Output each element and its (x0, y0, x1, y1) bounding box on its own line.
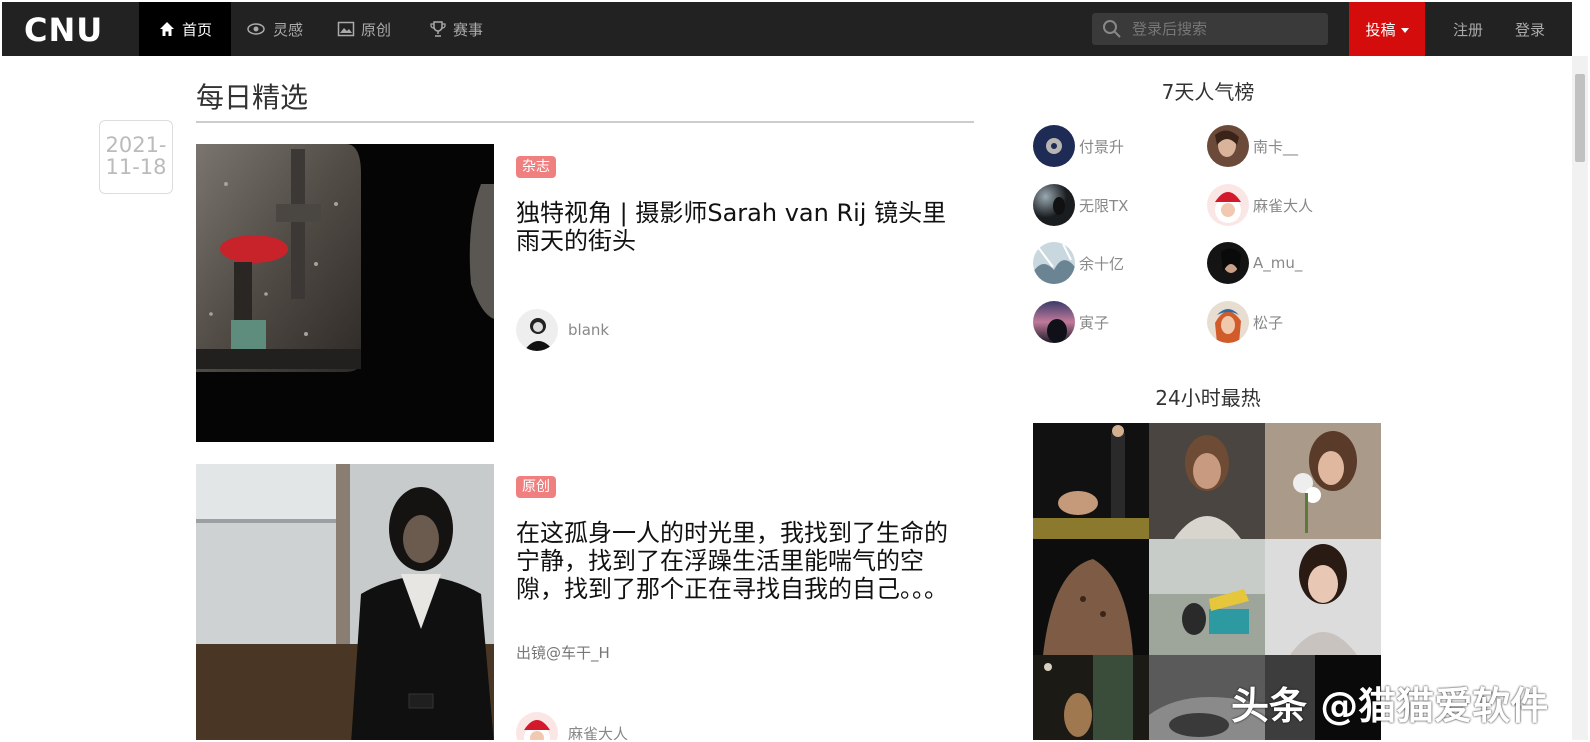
date-day: 11-18 (105, 155, 167, 179)
trophy-icon (430, 21, 446, 37)
date-year: 2021- (105, 133, 167, 157)
hot-thumbnail[interactable] (1033, 655, 1149, 740)
rank-item[interactable]: 南卡__ (1207, 125, 1298, 167)
nav-label-inspiration: 灵感 (273, 20, 304, 39)
nav-item-contest[interactable]: 赛事 (429, 2, 483, 56)
avatar[interactable] (1207, 301, 1249, 343)
avatar[interactable] (1033, 125, 1075, 167)
cnu-logo[interactable]: CNU (24, 12, 120, 46)
card-image[interactable] (196, 464, 494, 740)
submit-label: 投稿 (1365, 20, 1396, 39)
home-icon (159, 22, 174, 36)
card-author[interactable]: 麻雀大人 (516, 712, 628, 740)
rank-name[interactable]: 付景升 (1079, 136, 1124, 157)
watermark-text: 头条 @猫猫爱软件 (1231, 684, 1549, 728)
author-name[interactable]: 麻雀大人 (568, 723, 628, 741)
nav-item-original[interactable]: 原创 (337, 2, 391, 56)
divider (196, 121, 974, 123)
girl-by-window-photo (196, 464, 494, 740)
avatar[interactable] (1207, 184, 1249, 226)
rank-item[interactable]: 余十亿 (1033, 242, 1124, 284)
card-author[interactable]: blank (516, 309, 609, 351)
card-title[interactable]: 独特视角 | 摄影师Sarah van Rij 镜头里雨天的街头 (516, 199, 956, 255)
date-badge: 2021- 11-18 (99, 120, 173, 194)
avatar[interactable] (1207, 125, 1249, 167)
rank-item[interactable]: 麻雀大人 (1207, 184, 1313, 226)
rank-item[interactable]: A_mu_ (1207, 242, 1302, 284)
rank-item[interactable]: 松子 (1207, 301, 1283, 343)
top-nav: CNU 首页 灵感 原创 赛事 投稿 注册 登录 (2, 2, 1572, 56)
search-input[interactable] (1130, 19, 1314, 39)
avatar[interactable] (516, 712, 558, 740)
category-tag[interactable]: 杂志 (516, 156, 556, 178)
chevron-down-icon (1400, 27, 1409, 33)
nav-label-original: 原创 (361, 20, 392, 39)
search-icon (1103, 20, 1121, 38)
rank-title: 7天人气榜 (1161, 80, 1255, 104)
rank-name[interactable]: 余十亿 (1079, 253, 1124, 274)
avatar[interactable] (1033, 242, 1075, 284)
card-subtitle: 出镜@车干_H (516, 644, 610, 662)
avatar[interactable] (1207, 242, 1249, 284)
rank-name[interactable]: A_mu_ (1253, 254, 1302, 272)
card-title[interactable]: 在这孤身一人的时光里，我找到了生命的宁静，找到了在浮躁生活里能喘气的空隙，找到了… (516, 519, 956, 603)
rank-name[interactable]: 麻雀大人 (1253, 195, 1313, 216)
scrollbar[interactable] (1572, 56, 1588, 740)
avatar[interactable] (516, 309, 558, 351)
avatar[interactable] (1033, 301, 1075, 343)
hot-thumbnail[interactable] (1033, 423, 1149, 539)
rank-name[interactable]: 南卡__ (1253, 136, 1298, 157)
rank-name[interactable]: 松子 (1253, 312, 1283, 333)
category-tag[interactable]: 原创 (516, 476, 556, 498)
nav-item-home[interactable]: 首页 (139, 2, 231, 56)
svg-text:CNU: CNU (24, 12, 103, 46)
hot-thumbnail[interactable] (1265, 423, 1381, 539)
eye-icon (247, 23, 265, 35)
scrollbar-thumb[interactable] (1575, 74, 1585, 162)
register-link[interactable]: 注册 (1453, 2, 1483, 56)
hot-title: 24小时最热 (1155, 386, 1261, 410)
rank-name[interactable]: 寅子 (1079, 312, 1109, 333)
rainy-street-photo (196, 144, 494, 442)
hot-thumbnail[interactable] (1265, 539, 1381, 655)
login-link[interactable]: 登录 (1515, 2, 1545, 56)
author-name[interactable]: blank (568, 321, 609, 339)
rank-item[interactable]: 寅子 (1033, 301, 1109, 343)
rank-item[interactable]: 无限TX (1033, 184, 1128, 226)
nav-item-inspiration[interactable]: 灵感 (245, 2, 303, 56)
nav-label-contest: 赛事 (453, 20, 484, 39)
hot-thumbnail[interactable] (1149, 539, 1265, 655)
avatar[interactable] (1033, 184, 1075, 226)
nav-label-home: 首页 (181, 20, 212, 39)
hot-thumbnail[interactable] (1149, 423, 1265, 539)
image-icon (337, 21, 355, 37)
rank-item[interactable]: 付景升 (1033, 125, 1124, 167)
card-image[interactable] (196, 144, 494, 442)
search-box[interactable] (1092, 13, 1328, 45)
section-title: 每日精选 (196, 81, 309, 114)
submit-button[interactable]: 投稿 (1349, 2, 1425, 56)
page: CNU 首页 灵感 原创 赛事 投稿 注册 登录 每日精选 (2, 2, 1588, 740)
hot-thumbnail[interactable] (1033, 539, 1149, 655)
rank-name[interactable]: 无限TX (1079, 195, 1128, 216)
